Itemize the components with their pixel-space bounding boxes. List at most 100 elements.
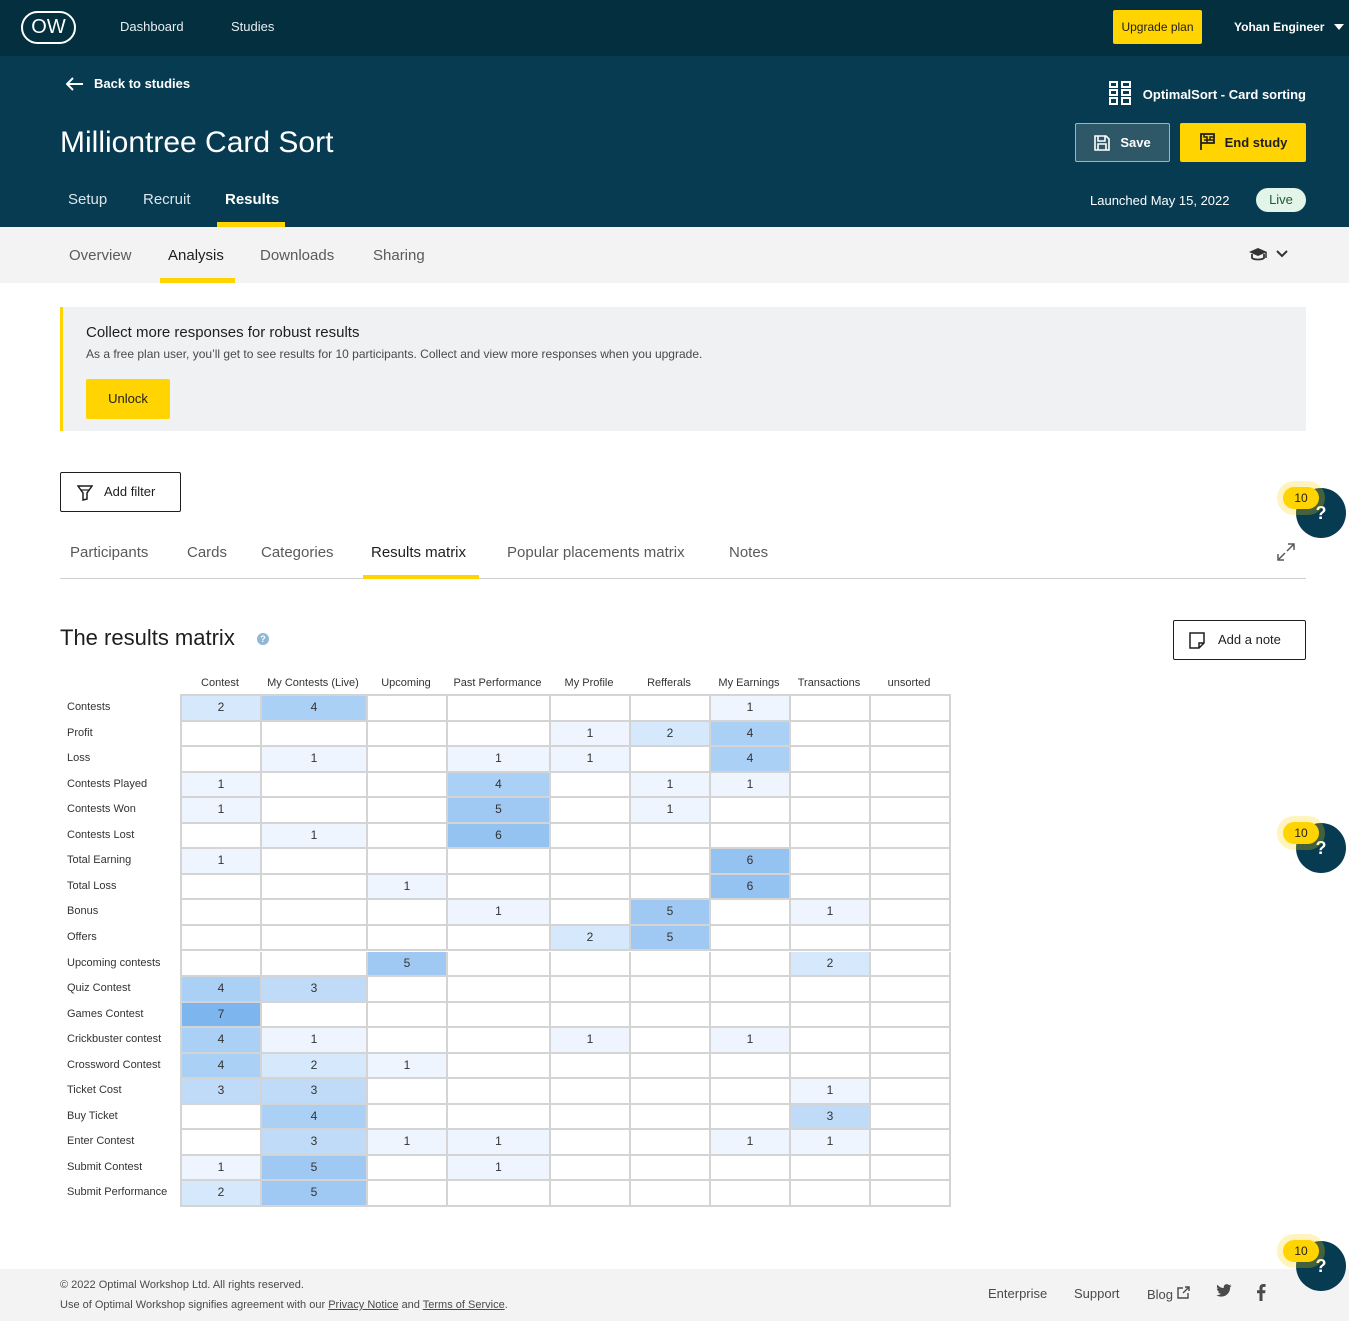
matrix-row-label: Crickbuster contest xyxy=(67,1033,162,1046)
nav-studies-link[interactable]: Studies xyxy=(231,19,274,34)
matrix-cell: 6 xyxy=(711,874,791,901)
tab-participants[interactable]: Participants xyxy=(70,544,148,561)
matrix-cell xyxy=(448,951,551,978)
matrix-cell xyxy=(631,1002,711,1029)
tab-notes[interactable]: Notes xyxy=(729,544,768,561)
matrix-cell: 1 xyxy=(448,747,551,773)
terms-prefix: Use of Optimal Workshop signifies agreem… xyxy=(60,1299,326,1311)
caret-down-icon[interactable] xyxy=(1334,24,1344,30)
matrix-cell xyxy=(551,900,631,926)
matrix-cell: 7 xyxy=(182,1002,262,1029)
user-menu[interactable]: Yohan Engineer xyxy=(1234,20,1324,34)
tab-downloads[interactable]: Downloads xyxy=(260,247,334,264)
matrix-cell: 2 xyxy=(631,721,711,748)
matrix-cell xyxy=(262,874,368,901)
end-study-button[interactable]: End study xyxy=(1180,123,1306,162)
matrix-cell xyxy=(791,1002,871,1029)
tab-overview[interactable]: Overview xyxy=(69,247,132,264)
results-subnav: Overview Analysis Downloads Sharing xyxy=(0,227,1349,283)
matrix-column-header: Contest xyxy=(201,677,239,689)
tab-results[interactable]: Results xyxy=(225,191,279,208)
unlock-button[interactable]: Unlock xyxy=(86,379,170,419)
matrix-cell xyxy=(871,900,951,926)
add-filter-button[interactable]: Add filter xyxy=(60,472,181,512)
tab-popular-placements-matrix[interactable]: Popular placements matrix xyxy=(507,544,685,561)
twitter-icon[interactable] xyxy=(1216,1284,1232,1298)
matrix-cell: 3 xyxy=(791,1104,871,1131)
matrix-cell: 5 xyxy=(631,925,711,952)
matrix-cell xyxy=(711,1002,791,1029)
matrix-cell xyxy=(711,1053,791,1080)
terms-of-service-link[interactable]: Terms of Service xyxy=(423,1299,505,1311)
matrix-row-label: Crossword Contest xyxy=(67,1058,161,1071)
matrix-cell xyxy=(448,1079,551,1105)
matrix-cell xyxy=(368,798,448,824)
save-button[interactable]: Save xyxy=(1075,123,1170,162)
upgrade-plan-button[interactable]: Upgrade plan xyxy=(1113,10,1202,44)
matrix-cell xyxy=(551,977,631,1003)
matrix-cell xyxy=(791,874,871,901)
matrix-cell xyxy=(791,823,871,850)
matrix-cell xyxy=(368,772,448,799)
facebook-icon[interactable] xyxy=(1256,1284,1266,1301)
matrix-cell: 4 xyxy=(182,1053,262,1080)
matrix-cell xyxy=(711,951,791,978)
tabs-divider xyxy=(60,578,1306,579)
enterprise-link[interactable]: Enterprise xyxy=(988,1286,1047,1301)
support-link[interactable]: Support xyxy=(1074,1286,1120,1301)
matrix-cell: 1 xyxy=(368,1130,448,1156)
matrix-cell: 1 xyxy=(551,1028,631,1054)
logo[interactable]: OW xyxy=(21,11,76,44)
tab-sharing[interactable]: Sharing xyxy=(373,247,425,264)
tab-results-matrix[interactable]: Results matrix xyxy=(371,544,466,561)
matrix-cell xyxy=(871,925,951,952)
graduation-cap-icon[interactable] xyxy=(1248,247,1268,263)
matrix-cell xyxy=(368,696,448,722)
matrix-cell xyxy=(448,1053,551,1080)
matrix-cell xyxy=(448,1181,551,1207)
matrix-cell: 6 xyxy=(448,823,551,850)
matrix-cell: 2 xyxy=(791,951,871,978)
matrix-row-label: Loss xyxy=(67,752,91,765)
back-to-studies-link[interactable]: Back to studies xyxy=(65,76,190,91)
matrix-row-label: Profit xyxy=(67,726,93,739)
chevron-down-icon[interactable] xyxy=(1276,249,1288,259)
nav-dashboard-link[interactable]: Dashboard xyxy=(120,19,184,34)
launch-date: Launched May 15, 2022 xyxy=(1090,193,1230,208)
matrix-cell xyxy=(262,1002,368,1029)
matrix-cell xyxy=(551,1053,631,1080)
tab-analysis[interactable]: Analysis xyxy=(168,247,224,264)
matrix-cell: 4 xyxy=(711,721,791,748)
info-icon[interactable]: ? xyxy=(257,633,269,645)
matrix-cell xyxy=(551,1181,631,1207)
add-note-button[interactable]: Add a note xyxy=(1173,620,1306,660)
matrix-cell xyxy=(262,772,368,799)
matrix-cell xyxy=(551,1130,631,1156)
tab-setup[interactable]: Setup xyxy=(68,191,107,208)
matrix-cell xyxy=(631,849,711,875)
matrix-cell: 5 xyxy=(368,951,448,978)
matrix-cell xyxy=(791,798,871,824)
tab-recruit[interactable]: Recruit xyxy=(143,191,191,208)
matrix-cell xyxy=(871,696,951,722)
study-header: Back to studies OptimalSort - Card sorti… xyxy=(0,56,1349,227)
expand-icon[interactable] xyxy=(1276,542,1296,562)
privacy-notice-link[interactable]: Privacy Notice xyxy=(328,1299,398,1311)
matrix-cell xyxy=(368,977,448,1003)
matrix-cell xyxy=(182,874,262,901)
matrix-cell xyxy=(551,849,631,875)
blog-link[interactable]: Blog xyxy=(1147,1286,1190,1302)
tab-cards[interactable]: Cards xyxy=(187,544,227,561)
matrix-cell: 4 xyxy=(182,977,262,1003)
matrix-column-header: Past Performance xyxy=(453,677,542,689)
footer: © 2022 Optimal Workshop Ltd. All rights … xyxy=(0,1269,1349,1321)
tab-categories[interactable]: Categories xyxy=(261,544,334,561)
matrix-cell xyxy=(871,1028,951,1054)
matrix-cell: 1 xyxy=(791,1130,871,1156)
matrix-cell xyxy=(631,1181,711,1207)
matrix-cell: 1 xyxy=(182,849,262,875)
arrow-left-icon xyxy=(65,77,83,91)
matrix-cell: 5 xyxy=(262,1181,368,1207)
add-filter-label: Add filter xyxy=(104,484,156,499)
matrix-cell xyxy=(631,951,711,978)
